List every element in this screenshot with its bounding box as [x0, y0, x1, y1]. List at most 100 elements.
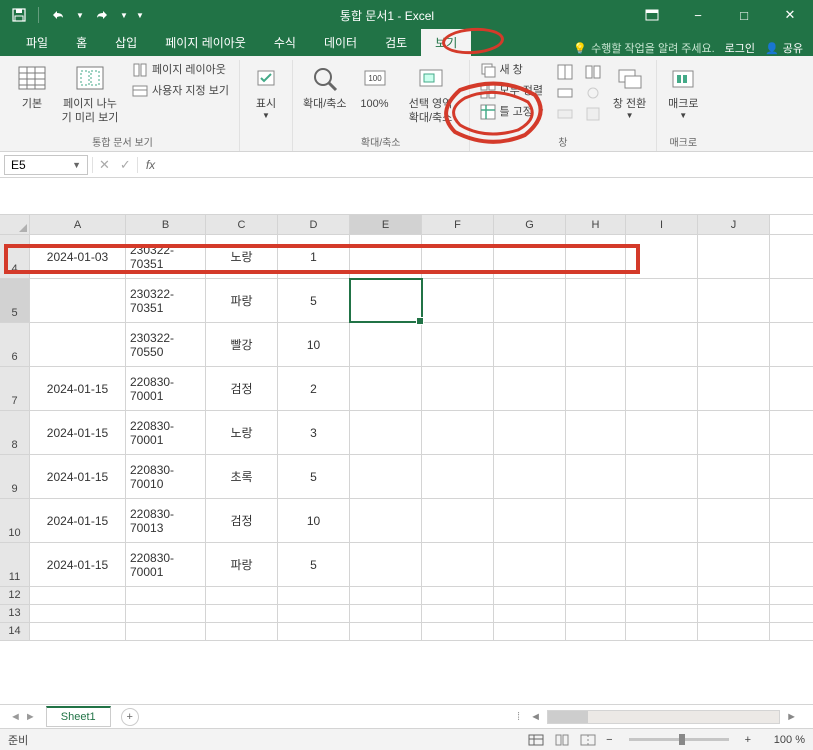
cell[interactable]: [422, 623, 494, 640]
cell[interactable]: [566, 455, 626, 498]
cell[interactable]: [30, 323, 126, 366]
cell[interactable]: [626, 367, 698, 410]
cell[interactable]: [350, 323, 422, 366]
new-window-button[interactable]: 새 창: [476, 60, 549, 80]
insert-function-icon[interactable]: fx: [138, 158, 163, 172]
cell[interactable]: [698, 587, 770, 604]
cell[interactable]: 파랑: [206, 279, 278, 322]
row-header[interactable]: 9: [0, 455, 30, 498]
unhide-button[interactable]: [553, 104, 577, 124]
cell[interactable]: [626, 235, 698, 278]
cell[interactable]: [494, 587, 566, 604]
column-header[interactable]: H: [566, 215, 626, 234]
cell[interactable]: [566, 323, 626, 366]
scrollbar-thumb[interactable]: [548, 711, 588, 723]
cell[interactable]: [698, 455, 770, 498]
cell[interactable]: 검정: [206, 367, 278, 410]
cell[interactable]: [626, 605, 698, 622]
maximize-button[interactable]: □: [721, 0, 767, 30]
cell[interactable]: [494, 367, 566, 410]
cell[interactable]: 빨강: [206, 323, 278, 366]
cell[interactable]: 초록: [206, 455, 278, 498]
tab-pagelayout[interactable]: 페이지 레이아웃: [151, 29, 260, 56]
zoom-in-button[interactable]: +: [745, 734, 751, 746]
horizontal-scrollbar[interactable]: ⁞ ◄ ►: [513, 710, 813, 724]
cell[interactable]: 220830-70010: [126, 455, 206, 498]
column-header[interactable]: I: [626, 215, 698, 234]
tab-formulas[interactable]: 수식: [260, 29, 310, 56]
column-header[interactable]: F: [422, 215, 494, 234]
cell[interactable]: [494, 455, 566, 498]
close-button[interactable]: ✕: [767, 0, 813, 30]
cell[interactable]: [422, 411, 494, 454]
zoom100-button[interactable]: 100 100%: [355, 60, 395, 114]
cell[interactable]: [30, 587, 126, 604]
cell[interactable]: [30, 279, 126, 322]
column-header[interactable]: E: [350, 215, 422, 234]
row-header[interactable]: 13: [0, 605, 30, 622]
cell[interactable]: 230322-70351: [126, 235, 206, 278]
zoom-out-button[interactable]: −: [606, 734, 612, 746]
cell[interactable]: [698, 499, 770, 542]
cell[interactable]: [206, 623, 278, 640]
cell[interactable]: [626, 455, 698, 498]
cell[interactable]: [626, 543, 698, 586]
cell[interactable]: [494, 411, 566, 454]
cell[interactable]: 2024-01-15: [30, 367, 126, 410]
cell[interactable]: [126, 587, 206, 604]
cell[interactable]: [698, 411, 770, 454]
cell[interactable]: [566, 623, 626, 640]
column-header[interactable]: C: [206, 215, 278, 234]
cell[interactable]: 2024-01-15: [30, 455, 126, 498]
cell[interactable]: 2024-01-03: [30, 235, 126, 278]
pagebreak-view-icon[interactable]: [580, 734, 596, 746]
cell[interactable]: [206, 605, 278, 622]
normal-view-icon[interactable]: [528, 734, 544, 746]
column-header[interactable]: J: [698, 215, 770, 234]
zoom-button[interactable]: 확대/축소: [299, 60, 351, 114]
share-button[interactable]: 👤 공유: [765, 40, 803, 56]
cell[interactable]: [698, 235, 770, 278]
row-header[interactable]: 5: [0, 279, 30, 322]
arrange-all-button[interactable]: 모두 정렬: [476, 81, 549, 101]
sync-scroll-button[interactable]: [581, 83, 605, 103]
cell[interactable]: 5: [278, 543, 350, 586]
add-sheet-button[interactable]: +: [121, 708, 139, 726]
name-box-dropdown-icon[interactable]: ▼: [72, 160, 81, 170]
zoom-slider[interactable]: [629, 738, 729, 741]
cell[interactable]: [350, 235, 422, 278]
custom-views-button[interactable]: 사용자 지정 보기: [128, 81, 233, 101]
column-header[interactable]: B: [126, 215, 206, 234]
minimize-button[interactable]: −: [675, 0, 721, 30]
login-link[interactable]: 로그인: [725, 40, 755, 56]
tab-data[interactable]: 데이터: [310, 29, 371, 56]
cell[interactable]: [278, 623, 350, 640]
row-header[interactable]: 8: [0, 411, 30, 454]
switch-windows-button[interactable]: 창 전환 ▼: [609, 60, 650, 125]
cell[interactable]: [278, 587, 350, 604]
cell[interactable]: [350, 499, 422, 542]
freeze-panes-button[interactable]: 틀 고정 ▼: [476, 102, 549, 122]
cell[interactable]: [698, 323, 770, 366]
cell[interactable]: [30, 623, 126, 640]
row-header[interactable]: 11: [0, 543, 30, 586]
cell[interactable]: [422, 605, 494, 622]
cell[interactable]: 노랑: [206, 411, 278, 454]
row-header[interactable]: 6: [0, 323, 30, 366]
pagelayout-view-icon[interactable]: [554, 734, 570, 746]
cell[interactable]: 1: [278, 235, 350, 278]
cell[interactable]: [566, 367, 626, 410]
pagelayout-view-button[interactable]: 페이지 레이아웃: [128, 60, 233, 80]
row-header[interactable]: 4: [0, 235, 30, 278]
cell[interactable]: 220830-70001: [126, 367, 206, 410]
select-all-corner[interactable]: [0, 215, 30, 234]
cell[interactable]: [494, 279, 566, 322]
column-header[interactable]: G: [494, 215, 566, 234]
cell[interactable]: [494, 323, 566, 366]
row-header[interactable]: 7: [0, 367, 30, 410]
cell[interactable]: [566, 411, 626, 454]
cell[interactable]: 파랑: [206, 543, 278, 586]
cell[interactable]: [626, 587, 698, 604]
cell[interactable]: [698, 605, 770, 622]
zoom-percent[interactable]: 100 %: [761, 734, 805, 746]
